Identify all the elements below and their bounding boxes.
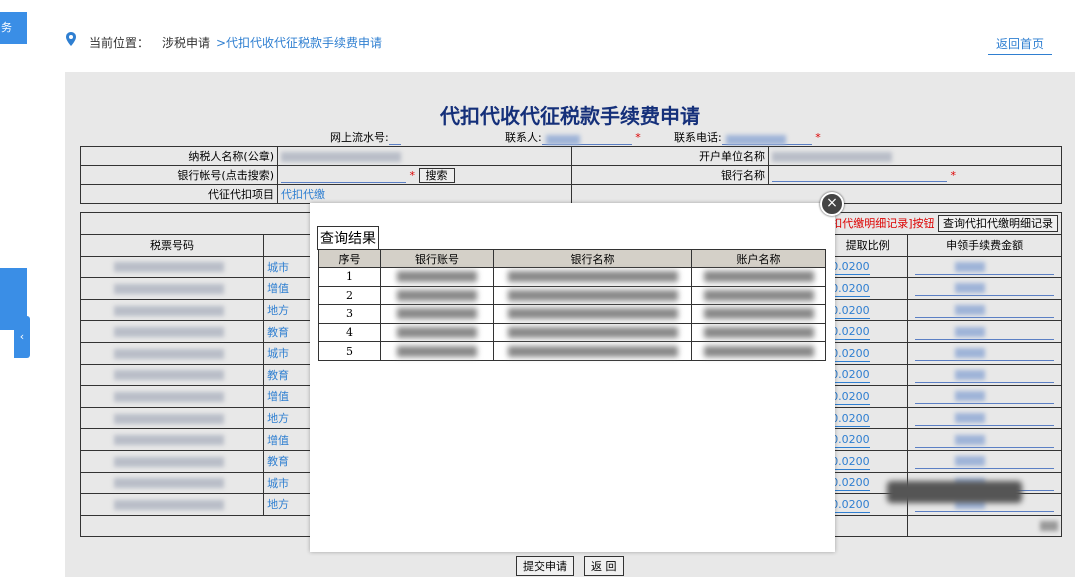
result-index: 3: [318, 304, 381, 324]
result-holder: [691, 267, 826, 287]
result-row[interactable]: 3: [318, 304, 826, 324]
fee-cell[interactable]: [907, 320, 1062, 343]
fee-cell[interactable]: [907, 341, 1062, 365]
collapse-arrow-icon[interactable]: ‹: [14, 316, 30, 358]
item-label: 代征代扣项目: [80, 184, 278, 204]
account-unit-label: 开户单位名称: [571, 146, 769, 166]
ratio-cell[interactable]: 0.0200: [827, 298, 909, 322]
taxpayer-info-table: 纳税人名称(公章) 开户单位名称 银行帐号(点击搜索) * 搜索 银行名称 * …: [80, 146, 1062, 204]
fee-cell[interactable]: [907, 428, 1062, 451]
close-icon[interactable]: ×: [820, 192, 844, 216]
bank-account-label: 银行帐号(点击搜索): [80, 165, 278, 185]
result-row[interactable]: 1: [318, 267, 826, 287]
bank-name-field[interactable]: *: [768, 165, 1062, 185]
ticket-cell: [79, 449, 265, 473]
fee-cell[interactable]: [907, 298, 1062, 322]
ticket-cell: [79, 341, 265, 365]
result-holder: [691, 322, 826, 343]
fee-cell[interactable]: [907, 363, 1062, 387]
account-unit-value: [768, 146, 1062, 166]
contact-field[interactable]: 联系人: *: [505, 129, 641, 145]
result-index: 5: [318, 341, 381, 361]
search-button[interactable]: 搜索: [418, 167, 455, 183]
result-header-index: 序号: [318, 249, 381, 268]
home-link[interactable]: 返回首页: [988, 35, 1053, 55]
ratio-cell[interactable]: 0.0200: [827, 428, 909, 451]
fee-cell[interactable]: [907, 449, 1062, 473]
serial-label: 网上流水号:: [330, 129, 401, 145]
sidebar-tab[interactable]: 务: [0, 12, 27, 44]
result-header-bank: 银行名称: [493, 249, 692, 268]
ratio-cell[interactable]: 0.0200: [827, 320, 909, 343]
ratio-cell[interactable]: 0.0200: [827, 255, 909, 279]
result-index: 4: [318, 322, 381, 343]
result-header-holder: 账户名称: [691, 249, 826, 268]
submit-button[interactable]: 提交申请: [516, 556, 574, 576]
result-header-account: 银行账号: [380, 249, 494, 268]
breadcrumb-current: >代扣代收代征税款手续费申请: [216, 36, 383, 50]
modal-title: 查询结果: [317, 226, 379, 250]
result-account: [380, 267, 494, 287]
phone-field[interactable]: 联系电话: *: [674, 129, 821, 145]
result-index: 1: [318, 267, 381, 287]
fee-cell[interactable]: [907, 277, 1062, 300]
result-row[interactable]: 2: [318, 285, 826, 306]
bank-name-label: 银行名称: [571, 165, 769, 185]
ticket-cell: [79, 471, 265, 495]
taxpayer-value: [277, 146, 572, 166]
ticket-cell: [79, 385, 265, 408]
result-account: [380, 304, 494, 324]
item-value[interactable]: 代扣代缴: [277, 184, 572, 204]
ticket-cell: [79, 428, 265, 451]
result-bank: [493, 304, 692, 324]
ticket-cell: [79, 298, 265, 322]
ratio-cell[interactable]: 0.0200: [827, 363, 909, 387]
result-bank: [493, 285, 692, 306]
result-account: [380, 322, 494, 343]
redacted-overlay: [887, 481, 1022, 503]
column-header-ratio: 提取比例: [827, 234, 909, 257]
result-holder: [691, 304, 826, 324]
fee-cell[interactable]: [907, 255, 1062, 279]
back-button[interactable]: 返 回: [584, 556, 624, 576]
ticket-cell: [79, 320, 265, 343]
result-account: [380, 285, 494, 306]
ticket-cell: [79, 406, 265, 430]
ratio-cell[interactable]: 0.0200: [827, 385, 909, 408]
page-title: 代扣代收代征税款手续费申请: [440, 104, 700, 128]
result-holder: [691, 341, 826, 361]
total-value: [907, 514, 1062, 538]
ticket-cell: [79, 493, 265, 516]
ratio-cell[interactable]: 0.0200: [827, 341, 909, 365]
result-bank: [493, 267, 692, 287]
ticket-cell: [79, 363, 265, 387]
result-row[interactable]: 4: [318, 322, 826, 343]
result-row[interactable]: 5: [318, 341, 826, 361]
bank-account-field[interactable]: * 搜索: [277, 165, 572, 185]
result-account: [380, 341, 494, 361]
column-header-fee: 申领手续费金额: [907, 234, 1062, 257]
result-bank: [493, 322, 692, 343]
ticket-cell: [79, 277, 265, 300]
fee-cell[interactable]: [907, 406, 1062, 430]
ratio-cell[interactable]: 0.0200: [827, 277, 909, 300]
result-index: 2: [318, 285, 381, 306]
ratio-cell[interactable]: 0.0200: [827, 449, 909, 473]
result-bank: [493, 341, 692, 361]
result-table: 序号 银行账号 银行名称 账户名称 12345: [318, 249, 826, 361]
ratio-cell[interactable]: 0.0200: [827, 406, 909, 430]
result-holder: [691, 285, 826, 306]
ticket-cell: [79, 255, 265, 279]
column-header-ticket: 税票号码: [79, 234, 265, 257]
taxpayer-label: 纳税人名称(公章): [80, 146, 278, 166]
query-note: 扣代缴明细记录]按钮: [831, 217, 935, 230]
query-records-button[interactable]: 查询代扣代缴明细记录: [938, 215, 1058, 232]
fee-cell[interactable]: [907, 385, 1062, 408]
breadcrumb-section[interactable]: 涉税申请: [162, 34, 210, 51]
breadcrumb-prefix: 当前位置：: [89, 36, 150, 50]
location-pin-icon: [66, 32, 76, 46]
